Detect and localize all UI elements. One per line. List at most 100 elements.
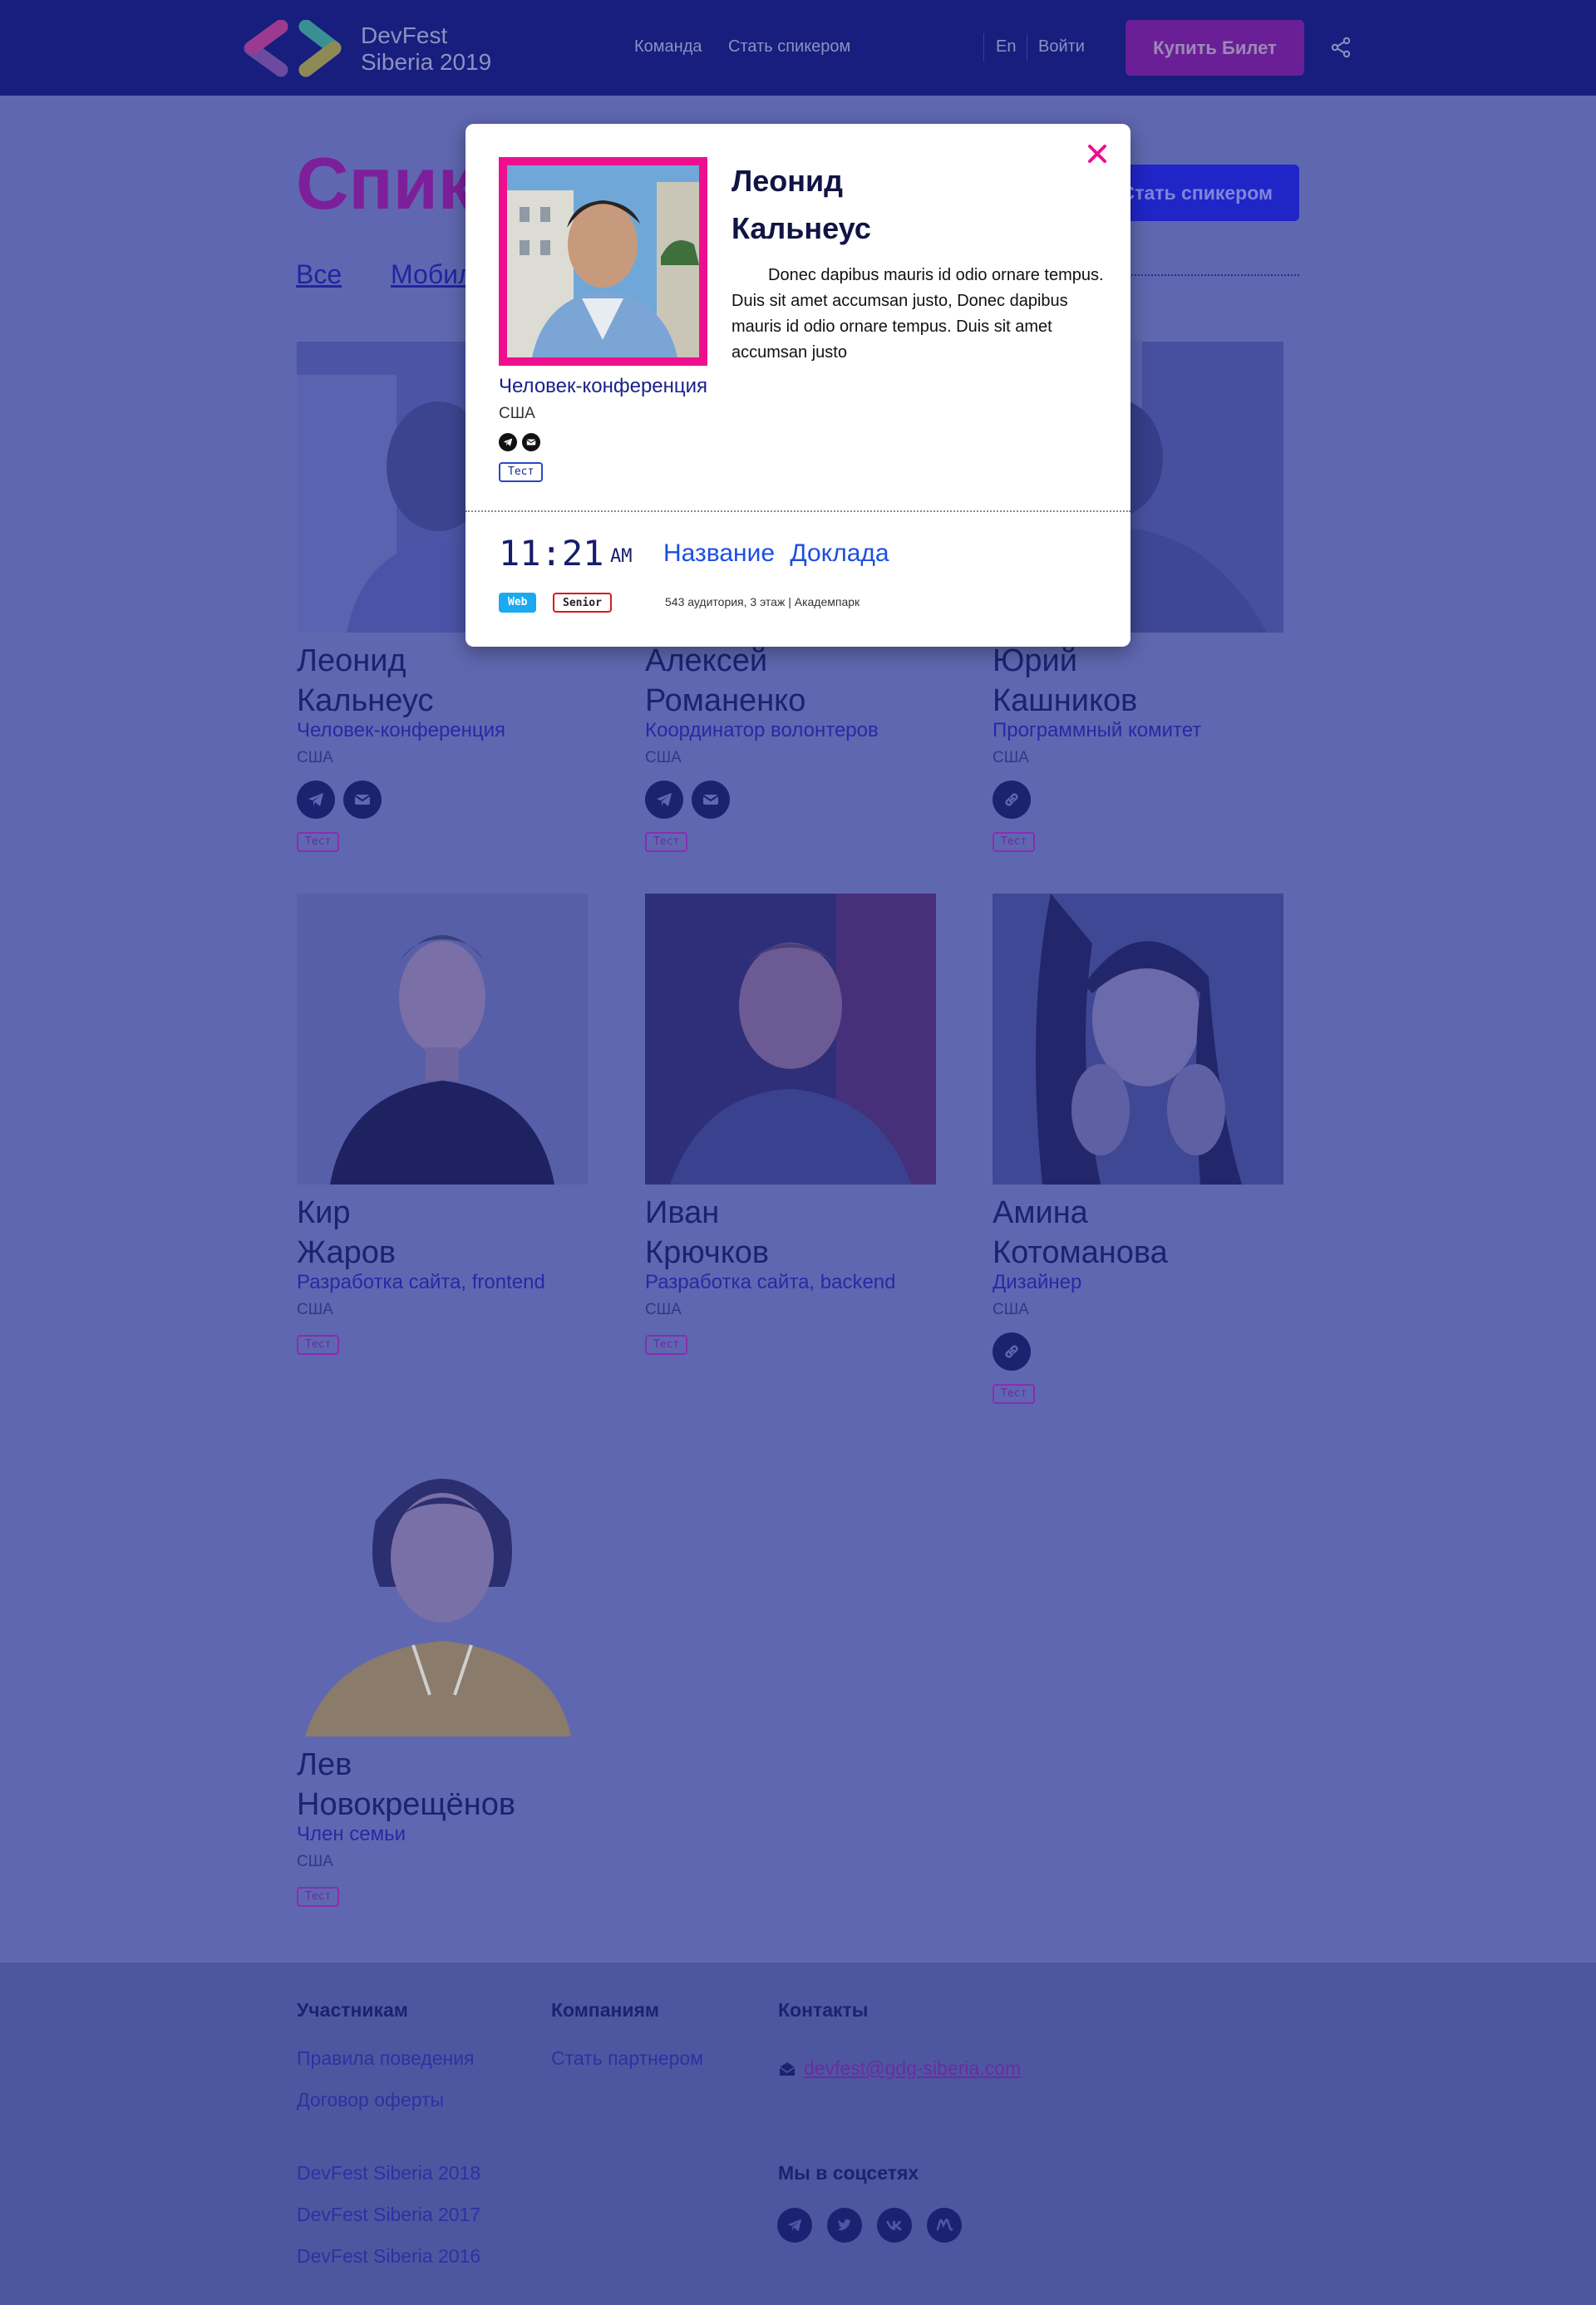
speaker-country: США [297, 1301, 333, 1318]
speaker-name: Алексей Романенко [645, 641, 805, 721]
modal-socials [499, 433, 540, 451]
speaker-tag: Тест [297, 832, 340, 852]
footer-email-link[interactable]: devfest@gdg-siberia.com [804, 2057, 1021, 2080]
modal-role: Человек-конференция [499, 375, 708, 397]
logo-line-2: Siberia 2019 [361, 49, 492, 75]
modal-speaker-name: Леонид Кальнеус [732, 157, 871, 252]
footer-link-devfest-2016[interactable]: DevFest Siberia 2016 [297, 2245, 480, 2268]
speaker-tag: Тест [297, 1335, 340, 1355]
speaker-last-name: Кашников [993, 683, 1138, 718]
speaker-role: Член семьи [297, 1823, 406, 1845]
footer-link-code-of-conduct[interactable]: Правила поведения [297, 2047, 475, 2070]
link-icon[interactable] [993, 781, 1031, 819]
modal-separator [466, 510, 1130, 512]
modal-last-name: Кальнеус [732, 211, 871, 245]
mail-icon[interactable] [692, 781, 730, 819]
speaker-first-name: Алексей [645, 643, 768, 678]
speaker-name: Амина Котоманова [993, 1193, 1168, 1273]
speaker-photo[interactable] [297, 1446, 588, 1736]
mail-icon[interactable] [343, 781, 382, 819]
logo-text: DevFest Siberia 2019 [361, 22, 491, 76]
speaker-last-name: Жаров [297, 1235, 397, 1270]
footer-participants-title: Участникам [297, 1999, 408, 2021]
speaker-socials [645, 781, 730, 819]
speaker-name: Иван Крючков [645, 1193, 769, 1273]
talk-room: 543 аудитория, 3 этаж | Академпарк [665, 595, 860, 608]
footer-link-offer[interactable]: Договор оферты [297, 2089, 444, 2111]
speaker-tag: Тест [993, 832, 1036, 852]
meetup-icon[interactable] [927, 2208, 962, 2243]
footer-link-devfest-2018[interactable]: DevFest Siberia 2018 [297, 2162, 480, 2184]
speaker-first-name: Кир [297, 1195, 351, 1230]
speaker-role: Дизайнер [993, 1271, 1082, 1293]
logo-line-1: DevFest [361, 22, 448, 48]
lang-switch[interactable]: En [996, 37, 1016, 57]
speaker-name: Кир Жаров [297, 1193, 396, 1273]
speaker-tag: Тест [645, 1335, 688, 1355]
speaker-first-name: Амина [993, 1195, 1088, 1230]
twitter-icon[interactable] [827, 2208, 862, 2243]
login-link[interactable]: Войти [1038, 37, 1085, 57]
telegram-icon[interactable] [499, 433, 517, 451]
nav-team[interactable]: Команда [634, 37, 702, 57]
speaker-country: США [297, 1853, 333, 1870]
speaker-socials [297, 781, 382, 819]
speaker-last-name: Кальнеус [297, 683, 434, 718]
modal-first-name: Леонид [732, 164, 843, 198]
mail-icon[interactable] [522, 433, 540, 451]
buy-ticket-button[interactable]: Купить Билет [1126, 20, 1304, 76]
speaker-role: Человек-конференция [297, 719, 506, 741]
speaker-name: Леонид Кальнеус [297, 641, 434, 721]
nav-become-speaker[interactable]: Стать спикером [728, 37, 850, 57]
speaker-role: Программный комитет [993, 719, 1202, 741]
talk-time-ampm: AM [610, 546, 633, 567]
modal-country: США [499, 405, 535, 422]
site-footer: Участникам Правила поведения Договор офе… [0, 1963, 1596, 2305]
footer-link-devfest-2017[interactable]: DevFest Siberia 2017 [297, 2204, 480, 2226]
speaker-role: Координатор волонтеров [645, 719, 879, 741]
speaker-country: США [993, 749, 1029, 766]
telegram-icon[interactable] [297, 781, 335, 819]
speaker-socials [993, 1332, 1031, 1371]
modal-tag: Тест [499, 462, 544, 482]
devfest-logo[interactable]: DevFest Siberia 2019 [241, 20, 491, 78]
speaker-tag: Тест [645, 832, 688, 852]
speaker-name: Юрий Кашников [993, 641, 1137, 721]
link-icon[interactable] [993, 1332, 1031, 1371]
talk-track-badge: Web [499, 593, 537, 613]
speaker-country: США [645, 749, 682, 766]
speaker-first-name: Юрий [993, 643, 1077, 678]
filter-all[interactable]: Все [296, 259, 342, 290]
header-divider [983, 33, 984, 62]
logo-chevrons-icon [244, 20, 342, 77]
speaker-photo[interactable] [993, 894, 1283, 1185]
speaker-first-name: Лев [297, 1747, 352, 1782]
share-icon[interactable] [1330, 37, 1352, 62]
speaker-photo[interactable] [645, 894, 936, 1185]
speaker-name: Лев Новокрещёнов [297, 1745, 515, 1825]
modal-bio: Donec dapibus mauris id odio ornare temp… [732, 266, 1104, 362]
modal-speaker-photo [499, 157, 707, 366]
mail-icon [778, 2060, 796, 2082]
speaker-first-name: Леонид [297, 643, 406, 678]
speaker-modal: Леонид Кальнеус Donec dapibus mauris id … [466, 124, 1130, 647]
talk-title-link[interactable]: Название Доклада [663, 539, 889, 568]
close-icon[interactable] [1084, 140, 1111, 167]
speaker-tag: Тест [297, 1887, 340, 1907]
telegram-icon[interactable] [645, 781, 683, 819]
speaker-first-name: Иван [645, 1195, 720, 1230]
speaker-country: США [297, 749, 333, 766]
footer-link-partner[interactable]: Стать партнером [551, 2047, 703, 2070]
speaker-last-name: Романенко [645, 683, 806, 718]
speaker-role: Разработка сайта, backend [645, 1271, 896, 1293]
footer-contacts-title: Контакты [778, 1999, 869, 2021]
speaker-photo[interactable] [297, 894, 588, 1185]
speaker-role: Разработка сайта, frontend [297, 1271, 545, 1293]
footer-companies-title: Компаниям [551, 1999, 659, 2021]
talk-time: 11:21 [499, 533, 604, 574]
speaker-tag: Тест [993, 1384, 1036, 1404]
speaker-country: США [993, 1301, 1029, 1318]
site-header: DevFest Siberia 2019 Команда Стать спике… [0, 0, 1596, 96]
vk-icon[interactable] [877, 2208, 912, 2243]
telegram-icon[interactable] [777, 2208, 812, 2243]
